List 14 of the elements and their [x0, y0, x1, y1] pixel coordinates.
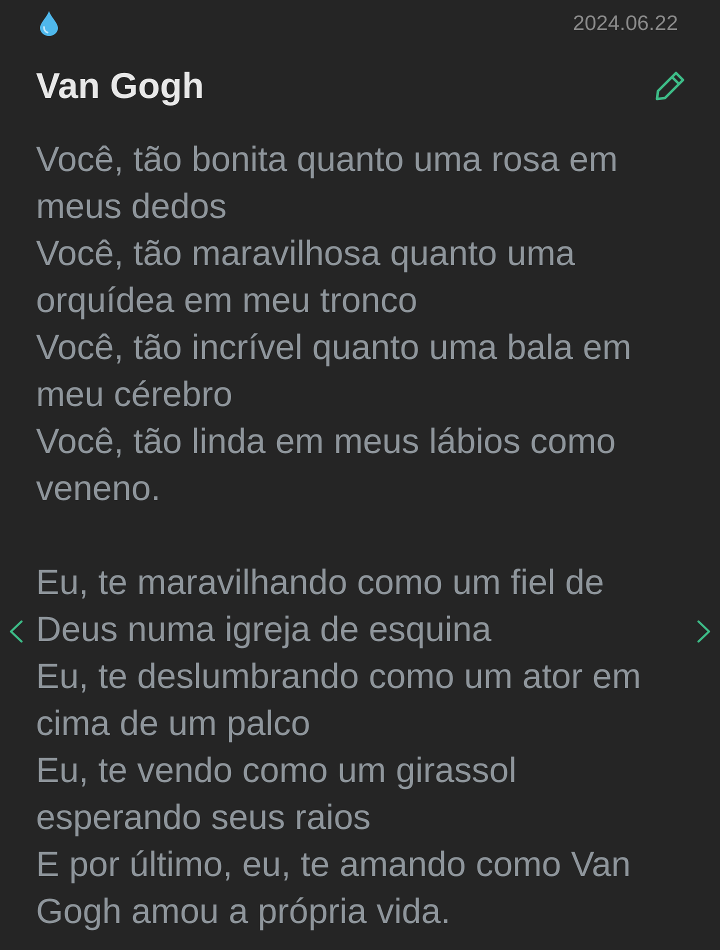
- chevron-right-icon[interactable]: [697, 620, 711, 643]
- poem-line: Eu, te deslumbrando como um ator em cima de um palco: [36, 656, 642, 745]
- poem-line: Eu, te vendo como um girassol esperando seus raios: [36, 750, 518, 839]
- poem-line: Eu, te maravilhando como um fiel de Deus numa igreja de esquina: [36, 562, 606, 651]
- poem-line: Você, tão incrível quanto uma bala em meu cérebro: [36, 327, 632, 416]
- poem-line: E por último, eu, te amando como Van Gogh amou a própria vida.: [36, 844, 632, 933]
- poem-line: Você, tão maravilhosa quanto uma orquídea em meu tronco: [36, 233, 576, 322]
- note-title: Van Gogh: [36, 64, 204, 108]
- pencil-icon[interactable]: [654, 70, 686, 102]
- poem-line: Você, tão linda em meus lábios como veneno.: [36, 421, 617, 510]
- water-drop-icon: [40, 11, 58, 36]
- chevron-left-icon[interactable]: [9, 620, 23, 643]
- note-date: 2024.06.22: [572, 12, 678, 36]
- poem-line: Você, tão bonita quanto uma rosa em meus dedos: [36, 139, 619, 228]
